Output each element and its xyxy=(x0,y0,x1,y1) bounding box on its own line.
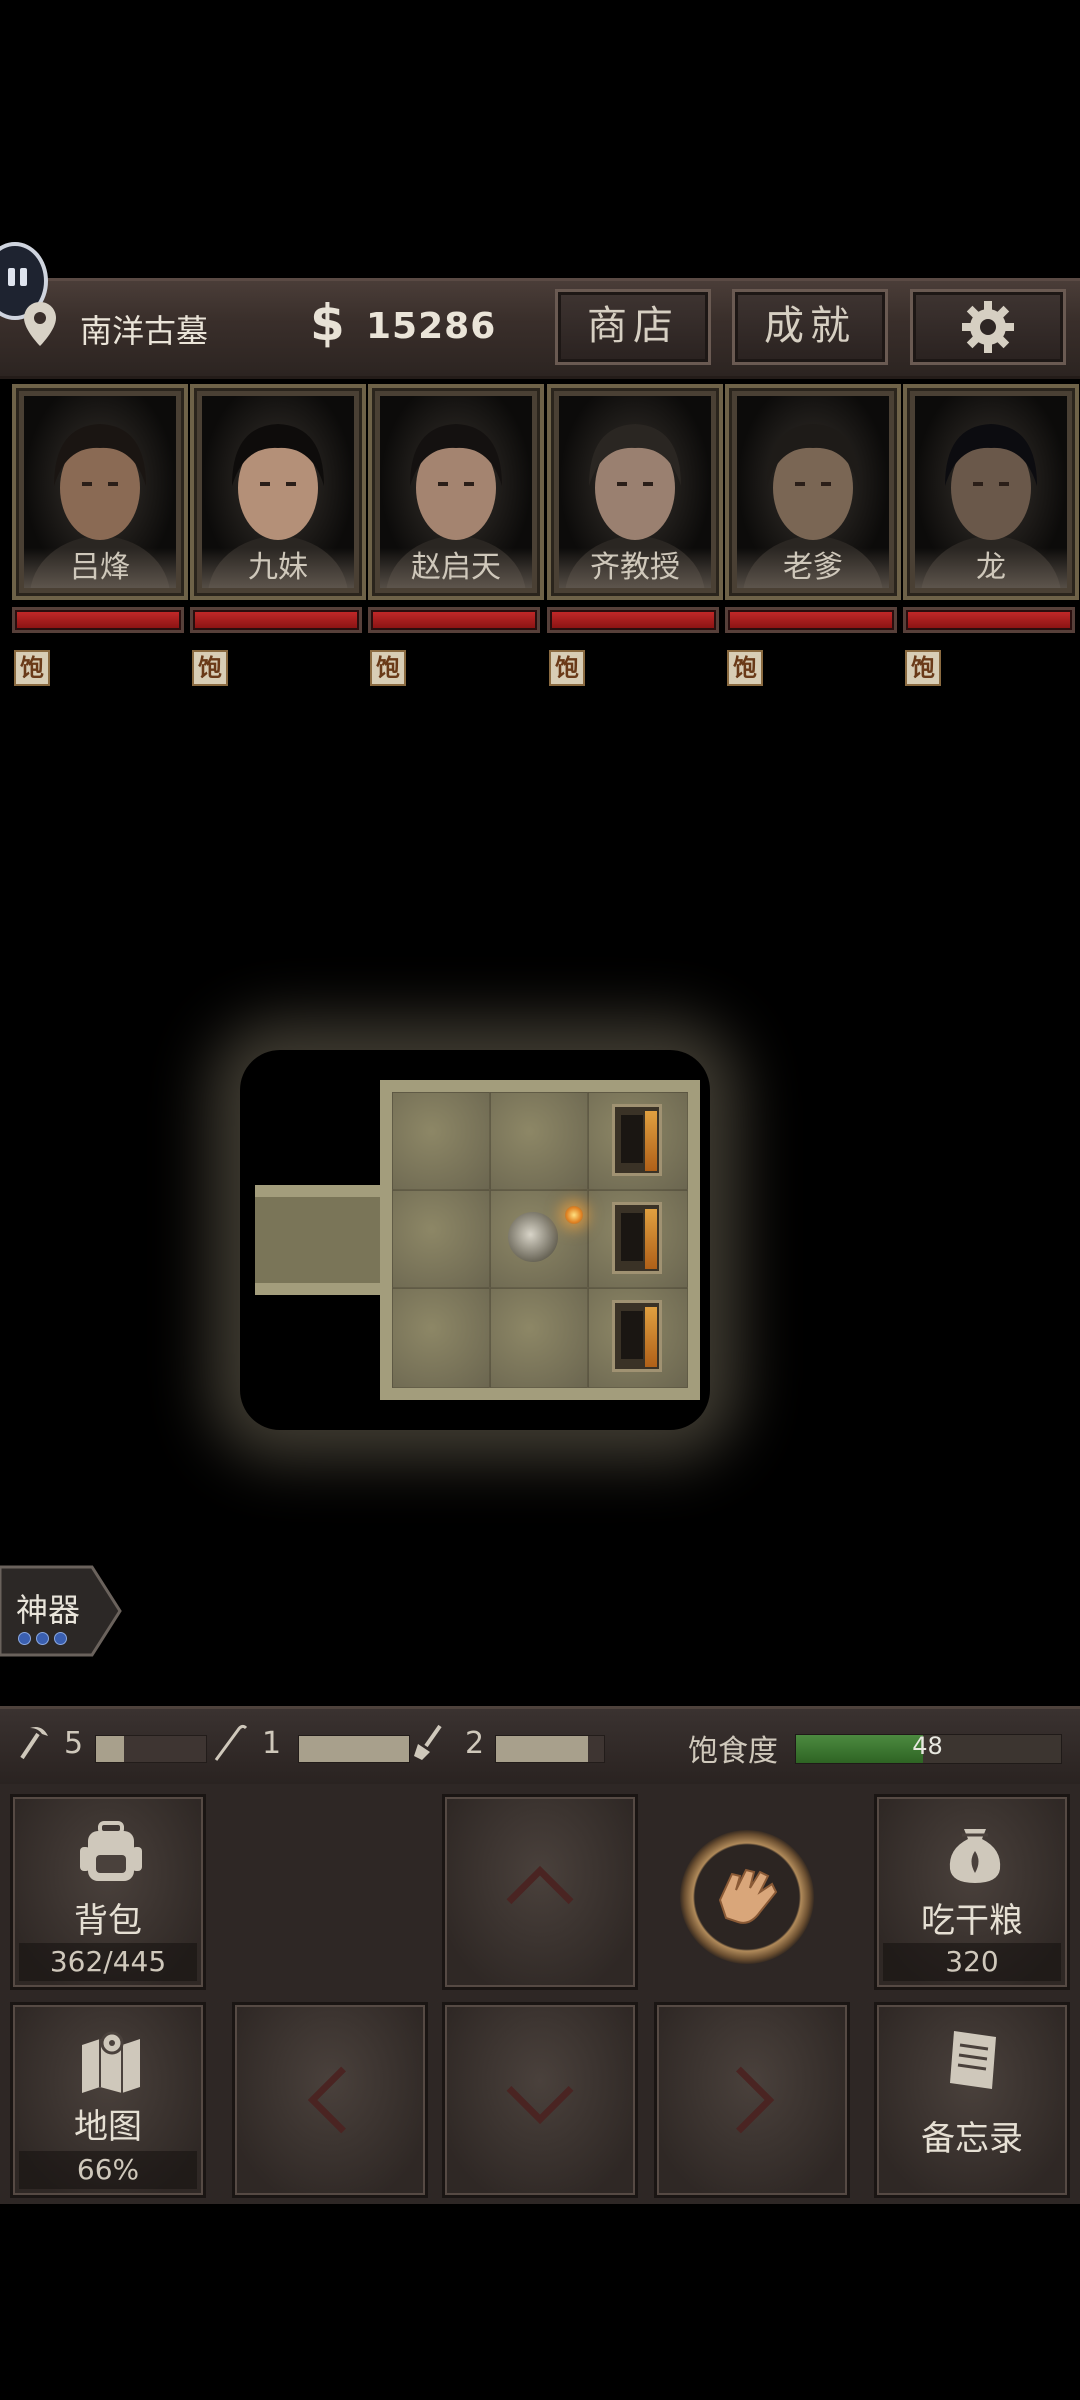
hunger-label: 饱食度 xyxy=(688,1734,778,1769)
character-name: 赵启天 xyxy=(380,548,532,588)
rope-count: 1 xyxy=(262,1726,282,1761)
interact-button[interactable] xyxy=(680,1830,814,1964)
settings-button[interactable] xyxy=(910,289,1066,365)
character-card[interactable]: 老爹 xyxy=(725,384,901,600)
map-label: 地图 xyxy=(74,2107,142,2147)
rope-durability xyxy=(298,1735,410,1763)
ration-sack-icon xyxy=(949,1829,1001,1883)
character-card[interactable]: 九妹 xyxy=(190,384,366,600)
character-status-badge: 饱 xyxy=(549,650,585,686)
character-hp-bar xyxy=(725,607,897,633)
character-status-badge: 饱 xyxy=(370,650,406,686)
eat-rations-label: 吃干粮 xyxy=(921,1901,1023,1941)
artifact-slot-dot xyxy=(36,1632,49,1645)
character-hp-fill xyxy=(17,612,179,628)
move-down-button[interactable] xyxy=(442,2002,638,2198)
character-hp-fill xyxy=(730,612,892,628)
character-hp-fill xyxy=(195,612,357,628)
rations-count: 320 xyxy=(883,1943,1061,1981)
character-name: 齐教授 xyxy=(559,548,711,588)
character-status-badge: 饱 xyxy=(727,650,763,686)
character-hp-bar xyxy=(903,607,1075,633)
pause-icon xyxy=(8,268,15,286)
hand-icon xyxy=(718,1868,778,1924)
character-name: 龙 xyxy=(915,548,1067,588)
memo-button[interactable]: 备忘录 xyxy=(874,2002,1070,2198)
map-icon xyxy=(82,2031,140,2093)
shovel-count: 2 xyxy=(465,1726,485,1761)
pickaxe-durability xyxy=(95,1735,207,1763)
chevron-up-icon xyxy=(506,1865,574,1905)
artifact-label: 神器 xyxy=(16,1591,81,1629)
torch-icon xyxy=(565,1206,583,1224)
pickaxe-count: 5 xyxy=(64,1726,84,1761)
artifact-slot-dot xyxy=(54,1632,67,1645)
character-status-badge: 饱 xyxy=(14,650,50,686)
rope-icon xyxy=(214,1724,248,1761)
character-name: 九妹 xyxy=(202,548,354,588)
shop-button[interactable]: 商店 xyxy=(555,289,711,365)
character-status-badge: 饱 xyxy=(192,650,228,686)
memo-icon xyxy=(950,2031,996,2089)
shovel-icon xyxy=(414,1724,442,1760)
gear-icon xyxy=(962,301,1014,353)
move-up-button[interactable] xyxy=(442,1794,638,1990)
shovel-durability xyxy=(495,1735,605,1763)
move-right-button[interactable] xyxy=(654,2002,850,2198)
money-icon: $ xyxy=(310,294,345,352)
character-card[interactable]: 齐教授 xyxy=(547,384,723,600)
achievements-button[interactable]: 成就 xyxy=(732,289,888,365)
coffin[interactable] xyxy=(612,1300,662,1372)
backpack-capacity: 362/445 xyxy=(19,1943,197,1981)
memo-label: 备忘录 xyxy=(921,2119,1023,2159)
backpack-label: 背包 xyxy=(74,1901,142,1941)
backpack-icon xyxy=(80,1821,142,1881)
character-hp-bar xyxy=(12,607,184,633)
artifact-slot-dot xyxy=(18,1632,31,1645)
money-value: 15286 xyxy=(366,306,497,347)
backpack-button[interactable]: 背包 362/445 xyxy=(10,1794,206,1990)
chevron-left-icon xyxy=(307,2066,346,2134)
character-hp-bar xyxy=(368,607,540,633)
hunger-value: 48 xyxy=(912,1732,943,1760)
character-hp-bar xyxy=(547,607,719,633)
eat-rations-button[interactable]: 吃干粮 320 xyxy=(874,1794,1070,1990)
character-hp-bar xyxy=(190,607,362,633)
pickaxe-icon xyxy=(20,1727,48,1760)
location-pin-icon xyxy=(24,302,56,346)
character-card[interactable]: 吕烽 xyxy=(12,384,188,600)
chevron-down-icon xyxy=(506,2085,574,2125)
player-character xyxy=(508,1212,558,1262)
character-status-badge: 饱 xyxy=(905,650,941,686)
location-name: 南洋古墓 xyxy=(80,312,209,350)
move-left-button[interactable] xyxy=(232,2002,428,2198)
map-button[interactable]: 地图 66% xyxy=(10,2002,206,2198)
character-name: 吕烽 xyxy=(24,548,176,588)
character-card[interactable]: 赵启天 xyxy=(368,384,544,600)
map-progress: 66% xyxy=(19,2151,197,2189)
corridor xyxy=(255,1185,395,1295)
character-card[interactable]: 龙 xyxy=(903,384,1079,600)
character-hp-fill xyxy=(373,612,535,628)
character-hp-fill xyxy=(908,612,1070,628)
chevron-right-icon xyxy=(736,2066,775,2134)
character-hp-fill xyxy=(552,612,714,628)
coffin[interactable] xyxy=(612,1202,662,1274)
character-name: 老爹 xyxy=(737,548,889,588)
coffin[interactable] xyxy=(612,1104,662,1176)
